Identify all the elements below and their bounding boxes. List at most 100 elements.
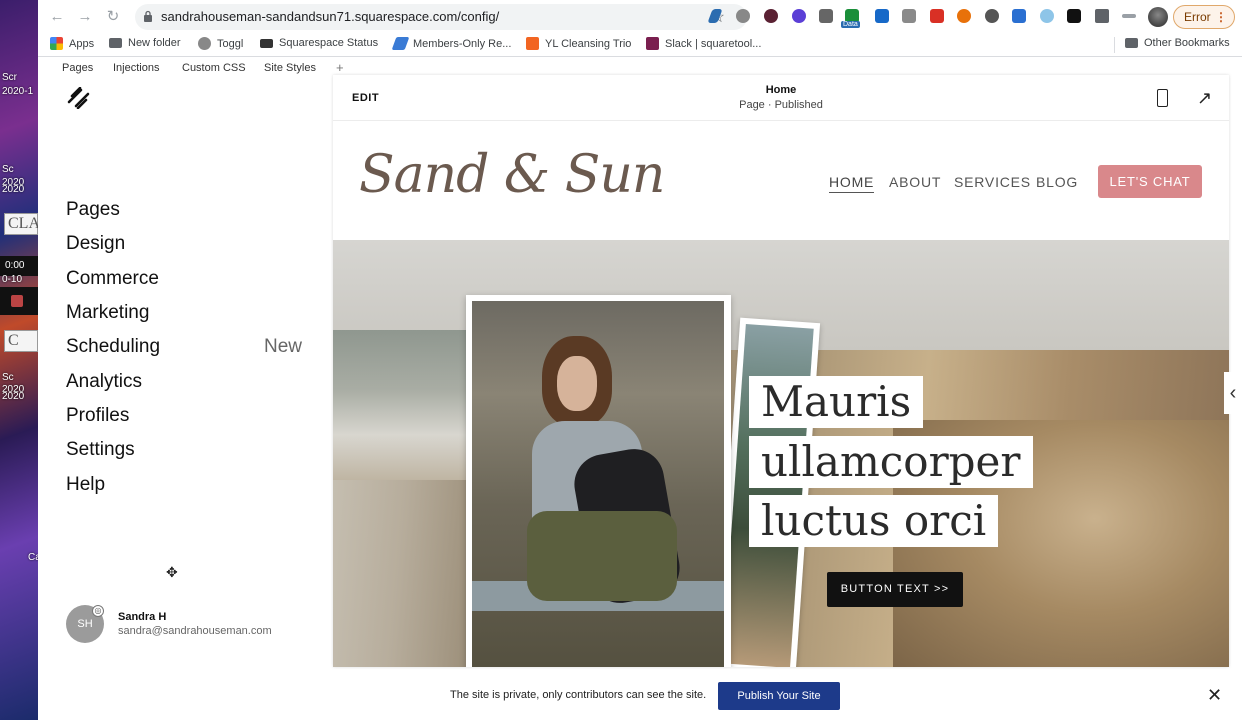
banner-message: The site is private, only contributors c… bbox=[450, 689, 707, 701]
desktop-file-label: Ca bbox=[28, 552, 38, 563]
page-status: Page · Published bbox=[739, 99, 823, 111]
sidebar-item-marketing[interactable]: Marketing bbox=[66, 302, 149, 324]
mobile-preview-icon[interactable] bbox=[1157, 89, 1168, 107]
preview-header: EDIT Home Page · Published ↗ bbox=[333, 75, 1229, 121]
desktop-file-label: 2020 bbox=[2, 391, 25, 402]
desktop-file-label: Scr bbox=[2, 72, 17, 83]
sidebar-item-help[interactable]: Help bbox=[66, 474, 105, 496]
nav-services[interactable]: SERVICES bbox=[954, 174, 1031, 190]
back-arrow-icon[interactable]: ← bbox=[48, 8, 66, 26]
account-settings-icon[interactable]: ◎ bbox=[92, 605, 104, 617]
reading-list-icon[interactable] bbox=[1122, 14, 1136, 18]
sidebar-item-design[interactable]: Design bbox=[66, 233, 125, 255]
hero-headline-line: ullamcorper bbox=[749, 436, 1033, 488]
folder-icon bbox=[109, 38, 122, 48]
hero-headline-line: luctus orci bbox=[749, 495, 999, 547]
chevron-left-icon[interactable]: ‹ bbox=[1224, 372, 1242, 414]
bookmarks-bar: Apps New folder Toggl Squarespace Status… bbox=[38, 34, 1242, 56]
sidebar-item-commerce[interactable]: Commerce bbox=[66, 268, 159, 290]
extension-icon[interactable] bbox=[792, 9, 806, 23]
profile-avatar[interactable] bbox=[1148, 7, 1168, 27]
bookmark-label: Other Bookmarks bbox=[1144, 37, 1230, 49]
lock-icon bbox=[144, 10, 152, 22]
squarespace-icon bbox=[260, 38, 273, 48]
forward-arrow-icon[interactable]: → bbox=[76, 8, 94, 26]
extension-icon[interactable] bbox=[985, 9, 999, 23]
error-button[interactable]: Error ⋮ bbox=[1173, 5, 1235, 29]
bookmark-slack[interactable]: Slack | squaretool... bbox=[646, 37, 761, 50]
site-header: Sand & Sun HOME ABOUT SERVICES BLOG LET'… bbox=[333, 121, 1229, 240]
members-icon bbox=[391, 37, 410, 50]
bookmark-toggl[interactable]: Toggl bbox=[198, 37, 243, 50]
close-icon[interactable]: ✕ bbox=[1207, 685, 1222, 706]
nav-about[interactable]: ABOUT bbox=[889, 174, 941, 190]
sidebar-item-scheduling[interactable]: Scheduling bbox=[66, 336, 160, 358]
extension-icon[interactable] bbox=[1067, 9, 1081, 23]
browser-toolbar: ← → ↻ sandrahouseman-sandandsun71.square… bbox=[38, 0, 1242, 34]
photo-face bbox=[557, 356, 597, 411]
video-icon[interactable] bbox=[930, 9, 944, 23]
bookmark-label: Toggl bbox=[217, 37, 244, 50]
sidebar-item-profiles[interactable]: Profiles bbox=[66, 405, 129, 427]
site-logo[interactable]: Sand & Sun bbox=[359, 145, 665, 205]
desktop-record-widget[interactable] bbox=[0, 287, 38, 315]
lets-chat-button[interactable]: LET'S CHAT bbox=[1098, 165, 1202, 198]
toggl-icon bbox=[198, 37, 211, 50]
nav-home[interactable]: HOME bbox=[829, 174, 875, 193]
user-email: sandra@sandrahouseman.com bbox=[118, 625, 272, 637]
bookmarks-divider bbox=[1114, 37, 1115, 53]
sidebar-item-analytics[interactable]: Analytics bbox=[66, 371, 142, 393]
extension-icon[interactable] bbox=[875, 9, 889, 23]
squarespace-logo-icon[interactable] bbox=[66, 87, 92, 109]
bookmark-label: Squarespace Status bbox=[279, 37, 379, 49]
tab-pages[interactable]: Pages bbox=[62, 62, 93, 74]
url-text: sandrahouseman-sandandsun71.squarespace.… bbox=[161, 9, 500, 24]
extension-icon[interactable]: Data bbox=[841, 9, 860, 28]
add-tab-button[interactable]: + bbox=[336, 60, 344, 75]
extension-icon[interactable] bbox=[1040, 9, 1054, 23]
address-bar[interactable]: sandrahouseman-sandandsun71.squarespace.… bbox=[135, 4, 747, 30]
bookmark-squarespace-status[interactable]: Squarespace Status bbox=[260, 37, 378, 49]
hero-main-photo bbox=[466, 295, 731, 667]
bookmark-other[interactable]: Other Bookmarks bbox=[1125, 37, 1230, 49]
record-icon bbox=[11, 295, 23, 307]
desktop-timer: 0:00 bbox=[0, 256, 38, 276]
desktop-file-label: Sc bbox=[2, 372, 14, 383]
developer-tabs: Pages Injections Custom CSS Site Styles … bbox=[38, 57, 1242, 77]
site-preview: EDIT Home Page · Published ↗ Sand & Sun … bbox=[333, 75, 1229, 667]
extension-icon[interactable] bbox=[736, 9, 750, 23]
tab-site-styles[interactable]: Site Styles bbox=[264, 62, 316, 74]
desktop-file-label: 2020 bbox=[2, 184, 25, 195]
extension-icon[interactable] bbox=[764, 9, 778, 23]
nav-blog[interactable]: BLOG bbox=[1036, 174, 1078, 190]
slack-icon bbox=[646, 37, 659, 50]
bookmark-apps[interactable]: Apps bbox=[50, 37, 94, 50]
bookmark-members-only[interactable]: Members-Only Re... bbox=[391, 37, 512, 50]
user-name: Sandra H bbox=[118, 611, 167, 623]
reload-icon[interactable]: ↻ bbox=[104, 8, 122, 26]
sidebar-item-pages[interactable]: Pages bbox=[66, 199, 120, 221]
error-label: Error bbox=[1184, 10, 1211, 24]
data-badge: Data bbox=[841, 21, 860, 28]
desktop-file-label: 2020-1 bbox=[2, 86, 34, 97]
desktop-file-thumb[interactable]: CLA bbox=[4, 213, 38, 235]
bookmark-label: Members-Only Re... bbox=[413, 37, 512, 50]
bookmark-label: Slack | squaretool... bbox=[665, 37, 762, 50]
publish-button[interactable]: Publish Your Site bbox=[718, 682, 840, 710]
camera-icon[interactable] bbox=[902, 9, 916, 23]
sidebar-item-settings[interactable]: Settings bbox=[66, 439, 135, 461]
desktop-background: Scr 2020-1 Sc 2020 2020 CLA 0:00 0-10 C … bbox=[0, 0, 38, 720]
extension-icon[interactable] bbox=[957, 9, 971, 23]
tab-injections[interactable]: Injections bbox=[113, 62, 159, 74]
expand-arrow-icon[interactable]: ↗ bbox=[1197, 88, 1212, 109]
puzzle-icon[interactable] bbox=[1095, 9, 1109, 23]
bookmark-label: New folder bbox=[128, 37, 181, 49]
extension-icon[interactable] bbox=[1012, 9, 1026, 23]
bookmark-new-folder[interactable]: New folder bbox=[109, 37, 181, 49]
bookmark-label: YL Cleansing Trio bbox=[545, 37, 632, 50]
hero-button[interactable]: BUTTON TEXT >> bbox=[827, 572, 963, 607]
bookmark-yl-cleansing[interactable]: YL Cleansing Trio bbox=[526, 37, 631, 50]
tab-custom-css[interactable]: Custom CSS bbox=[182, 62, 246, 74]
desktop-file-thumb[interactable]: C bbox=[4, 330, 38, 352]
extension-icon[interactable] bbox=[819, 9, 833, 23]
